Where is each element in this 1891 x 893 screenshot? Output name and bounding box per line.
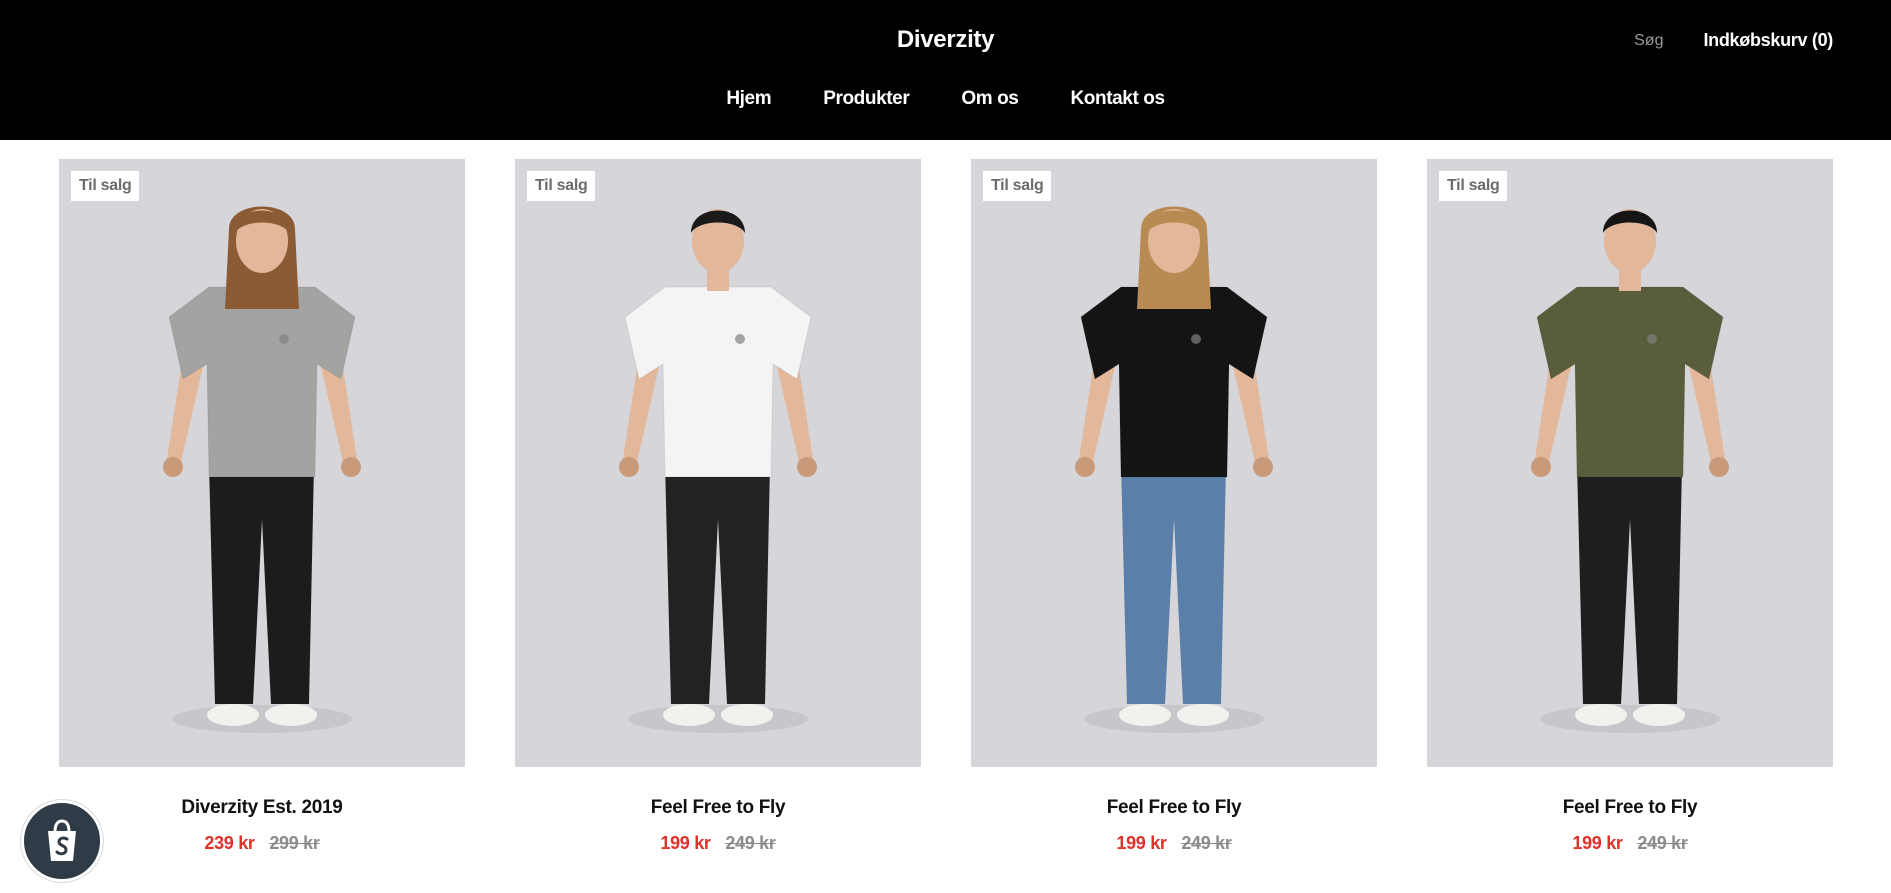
shoe-right (1177, 704, 1229, 726)
shopify-badge[interactable] (21, 800, 103, 882)
sale-badge: Til salg (983, 171, 1052, 201)
shoe-left (1575, 704, 1627, 726)
model-photo (619, 209, 817, 733)
nav-item-hjem[interactable]: Hjem (726, 88, 771, 110)
search-link[interactable]: Søg (1634, 32, 1663, 50)
pants (1577, 464, 1682, 704)
chest-logo (1191, 334, 1201, 344)
main-nav: Hjem Produkter Om os Kontakt os (0, 88, 1891, 110)
product-card[interactable]: Til salg Feel Free to Fly 199 kr 249 kr (515, 159, 921, 854)
chest-logo (279, 334, 289, 344)
shoe-left (663, 704, 715, 726)
site-logo[interactable]: Diverzity (0, 26, 1891, 54)
sale-badge: Til salg (527, 171, 596, 201)
chest-logo (1647, 334, 1657, 344)
compare-price: 299 kr (269, 833, 320, 853)
product-image[interactable]: Til salg (59, 159, 465, 767)
floor-shadow (628, 705, 808, 733)
product-card[interactable]: Til salg Feel Free to Fly 199 kr 249 kr (1427, 159, 1833, 854)
hand-right (341, 457, 361, 477)
hand-right (1253, 457, 1273, 477)
product-title[interactable]: Feel Free to Fly (971, 797, 1377, 819)
price-row: 199 kr 249 kr (515, 833, 921, 854)
product-title[interactable]: Diverzity Est. 2019 (59, 797, 465, 819)
nav-item-produkter[interactable]: Produkter (823, 88, 910, 110)
floor-shadow (1084, 705, 1264, 733)
hand-right (797, 457, 817, 477)
product-image[interactable]: Til salg (971, 159, 1377, 767)
nav-item-om-os[interactable]: Om os (961, 88, 1019, 110)
product-grid: Til salg Diverzity Est. 2019 239 kr 299 … (59, 159, 1833, 854)
product-title[interactable]: Feel Free to Fly (1427, 797, 1833, 819)
cart-link[interactable]: Indkøbskurv (0) (1703, 30, 1833, 51)
product-image[interactable]: Til salg (1427, 159, 1833, 767)
product-card[interactable]: Til salg Diverzity Est. 2019 239 kr 299 … (59, 159, 465, 854)
sale-badge: Til salg (1439, 171, 1508, 201)
hand-left (163, 457, 183, 477)
site-header: Diverzity Søg Indkøbskurv (0) Hjem Produ… (0, 0, 1891, 140)
pants (665, 464, 770, 704)
sale-price: 199 kr (1116, 833, 1167, 853)
shoe-left (207, 704, 259, 726)
compare-price: 249 kr (1637, 833, 1688, 853)
shoe-left (1119, 704, 1171, 726)
floor-shadow (172, 705, 352, 733)
sale-price: 199 kr (1572, 833, 1623, 853)
shopify-bag-icon (48, 819, 76, 861)
shoe-right (1633, 704, 1685, 726)
compare-price: 249 kr (1181, 833, 1232, 853)
model-photo (163, 206, 361, 733)
shoe-right (265, 704, 317, 726)
floor-shadow (1540, 705, 1720, 733)
product-image[interactable]: Til salg (515, 159, 921, 767)
sale-badge: Til salg (71, 171, 140, 201)
sale-price: 239 kr (204, 833, 255, 853)
model-photo (1531, 209, 1729, 733)
chest-logo (735, 334, 745, 344)
hand-left (1531, 457, 1551, 477)
sale-price: 199 kr (660, 833, 711, 853)
header-actions: Søg Indkøbskurv (0) (1634, 30, 1833, 51)
compare-price: 249 kr (725, 833, 776, 853)
price-row: 199 kr 249 kr (1427, 833, 1833, 854)
price-row: 239 kr 299 kr (59, 833, 465, 854)
nav-item-kontakt-os[interactable]: Kontakt os (1070, 88, 1165, 110)
product-card[interactable]: Til salg Feel Free to Fly 199 kr 249 kr (971, 159, 1377, 854)
product-title[interactable]: Feel Free to Fly (515, 797, 921, 819)
shoe-right (721, 704, 773, 726)
price-row: 199 kr 249 kr (971, 833, 1377, 854)
model-photo (1075, 206, 1273, 733)
pants (1121, 464, 1226, 704)
pants (209, 464, 314, 704)
hand-left (1075, 457, 1095, 477)
hand-right (1709, 457, 1729, 477)
hand-left (619, 457, 639, 477)
